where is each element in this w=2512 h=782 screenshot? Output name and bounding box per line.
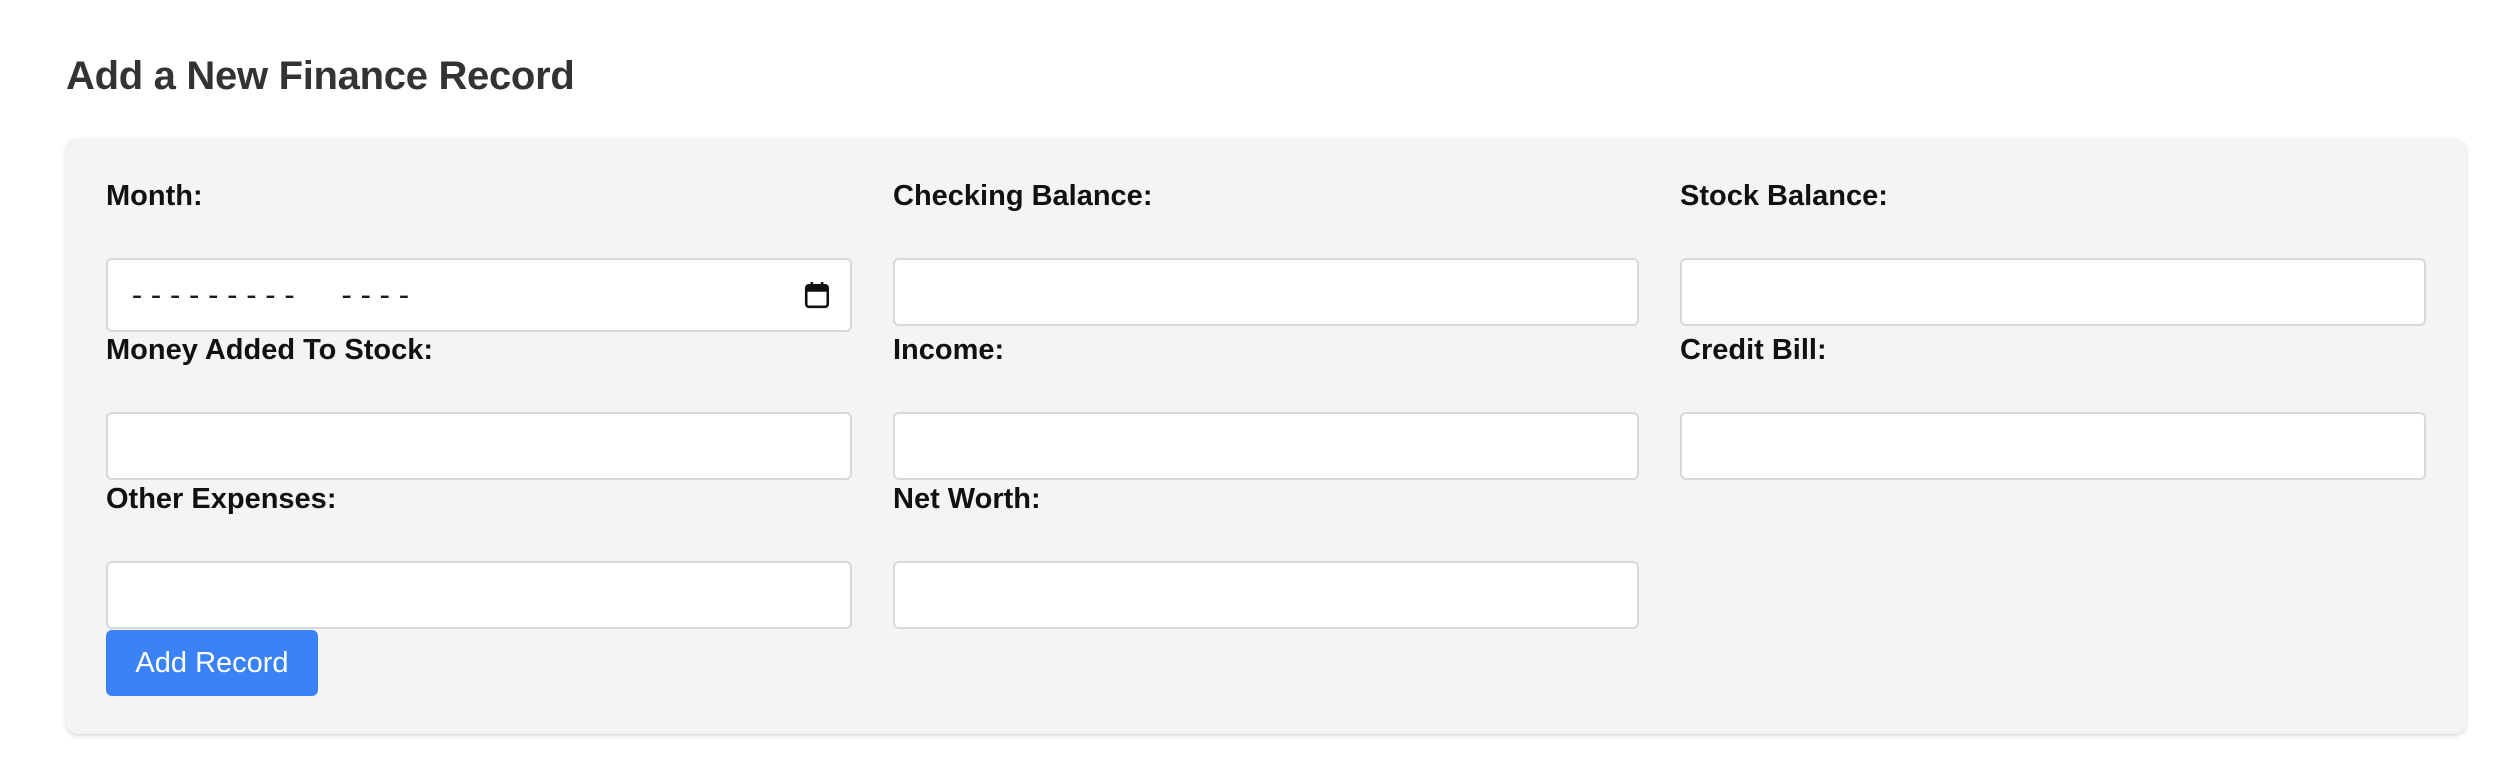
- month-placeholder: --------- ----: [128, 277, 414, 313]
- field-credit-bill: Credit Bill:: [1680, 332, 2426, 480]
- field-checking-balance: Checking Balance:: [893, 178, 1639, 326]
- other-expenses-label: Other Expenses:: [106, 483, 337, 515]
- other-expenses-input[interactable]: [106, 561, 852, 629]
- calendar-icon[interactable]: [804, 281, 830, 309]
- income-input[interactable]: [893, 412, 1639, 480]
- net-worth-input[interactable]: [893, 561, 1639, 629]
- income-label: Income:: [893, 334, 1005, 366]
- credit-bill-input[interactable]: [1680, 412, 2426, 480]
- field-month: Month: --------- ----: [106, 178, 852, 332]
- page-title: Add a New Finance Record: [66, 54, 575, 98]
- checking-balance-input[interactable]: [893, 258, 1639, 326]
- field-net-worth: Net Worth:: [893, 481, 1639, 629]
- field-money-added-to-stock: Money Added To Stock:: [106, 332, 852, 480]
- checking-balance-label: Checking Balance:: [893, 180, 1153, 212]
- stock-balance-input[interactable]: [1680, 258, 2426, 326]
- stock-balance-label: Stock Balance:: [1680, 180, 1888, 212]
- month-input[interactable]: --------- ----: [106, 258, 852, 332]
- credit-bill-label: Credit Bill:: [1680, 334, 1827, 366]
- field-income: Income:: [893, 332, 1639, 480]
- money-added-to-stock-label: Money Added To Stock:: [106, 334, 434, 366]
- field-stock-balance: Stock Balance:: [1680, 178, 2426, 326]
- month-label: Month:: [106, 180, 203, 212]
- net-worth-label: Net Worth:: [893, 483, 1041, 515]
- money-added-to-stock-input[interactable]: [106, 412, 852, 480]
- finance-record-form: Month: --------- ---- Checking Balance: …: [66, 138, 2466, 734]
- field-other-expenses: Other Expenses:: [106, 481, 852, 629]
- add-record-button[interactable]: Add Record: [106, 630, 318, 696]
